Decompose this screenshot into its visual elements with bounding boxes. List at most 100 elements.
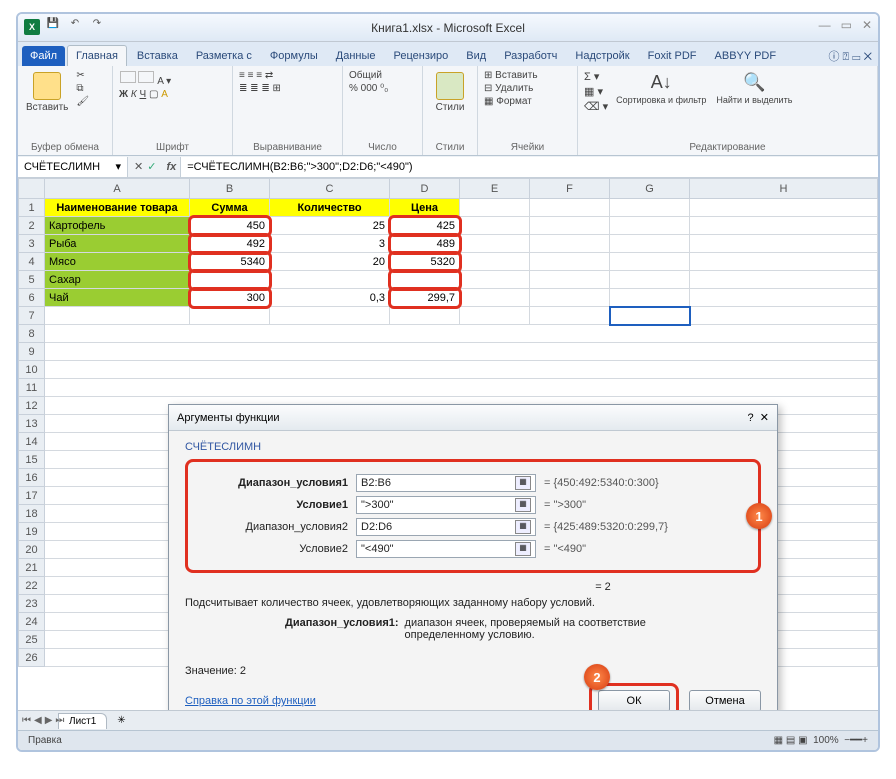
ok-button[interactable]: ОК — [598, 690, 670, 712]
excel-icon: X — [24, 19, 40, 35]
col-A[interactable]: A — [45, 179, 190, 199]
function-description: Подсчитывает количество ячеек, удовлетво… — [185, 597, 761, 609]
zoom-out-icon[interactable]: − — [844, 735, 850, 746]
find-select-button[interactable]: 🔍 Найти и выделить — [714, 70, 794, 113]
formula-input[interactable]: =СЧЁТЕСЛИМН(B2:B6;">300";D2:D6;"<490") — [180, 157, 878, 177]
tab-foxit[interactable]: Foxit PDF — [640, 46, 705, 66]
zoom-in-icon[interactable]: + — [862, 735, 868, 746]
ribbon-help-icon[interactable]: ⓘ ⍰ ▭ ✕ — [822, 46, 878, 66]
underline-button[interactable]: Ч — [140, 89, 147, 100]
paste-icon — [33, 72, 61, 100]
title-bar: X 💾 ↶ ↷ Книга1.xlsx - Microsoft Excel — … — [18, 14, 878, 42]
sort-filter-button[interactable]: A↓ Сортировка и фильтр — [614, 70, 708, 113]
dialog-help-icon[interactable]: ? — [748, 412, 754, 424]
maximize-icon[interactable]: ▭ — [841, 18, 852, 32]
qat-save-icon[interactable]: 💾 — [44, 18, 62, 36]
new-sheet-icon[interactable]: ✳ — [111, 715, 131, 726]
format-cells[interactable]: ▦ Формат — [484, 96, 571, 107]
name-box[interactable]: СЧЁТЕСЛИМН▾ — [18, 157, 128, 177]
group-editing: Редактирование — [584, 142, 871, 153]
header-qty[interactable]: Количество — [270, 199, 390, 217]
number-format[interactable]: Общий — [349, 70, 416, 81]
accept-formula-icon[interactable]: ✓ — [147, 160, 156, 173]
prev-sheet-icon[interactable]: ◀ — [34, 715, 42, 726]
callout-badge-2: 2 — [584, 664, 610, 690]
active-cell[interactable] — [610, 307, 690, 325]
status-mode: Правка — [28, 735, 62, 746]
tab-data[interactable]: Данные — [328, 46, 384, 66]
group-alignment: Выравнивание — [239, 142, 336, 153]
tab-insert[interactable]: Вставка — [129, 46, 186, 66]
col-H[interactable]: H — [690, 179, 878, 199]
header-name[interactable]: Наименование товара — [45, 199, 190, 217]
view-break-icon[interactable]: ▣ — [798, 735, 807, 746]
fx-icon[interactable]: fx — [162, 161, 180, 173]
dialog-close-icon[interactable]: ✕ — [760, 412, 769, 424]
arg1-criteria-input[interactable]: ">300"▦ — [356, 496, 536, 514]
tab-view[interactable]: Вид — [458, 46, 494, 66]
insert-cells[interactable]: ⊞ Вставить — [484, 70, 571, 81]
range-selector-icon[interactable]: ▦ — [515, 498, 531, 512]
last-sheet-icon[interactable]: ⏭ — [55, 715, 64, 726]
ribbon-body: Вставить ✂ ⧉ 🖌 Буфер обмена A ▾ Ж К Ч ▢ … — [18, 66, 878, 156]
tab-formulas[interactable]: Формулы — [262, 46, 326, 66]
arg2-range-input[interactable]: D2:D6▦ — [356, 518, 536, 536]
close-icon[interactable]: ✕ — [862, 18, 872, 32]
delete-cells[interactable]: ⊟ Удалить — [484, 83, 571, 94]
tab-layout[interactable]: Разметка с — [188, 46, 260, 66]
callout-badge-1: 1 — [746, 503, 772, 529]
window-title: Книга1.xlsx - Microsoft Excel — [371, 21, 525, 35]
group-number: Число — [349, 142, 416, 153]
tab-home[interactable]: Главная — [67, 45, 127, 66]
italic-button[interactable]: К — [131, 89, 137, 100]
first-sheet-icon[interactable]: ⏮ — [22, 715, 31, 726]
function-arguments-dialog: Аргументы функции ? ✕ СЧЁТЕСЛИМН Диапазо… — [168, 404, 778, 714]
zoom-level[interactable]: 100% — [813, 735, 839, 746]
col-C[interactable]: C — [270, 179, 390, 199]
tab-addins[interactable]: Надстройк — [567, 46, 637, 66]
col-E[interactable]: E — [460, 179, 530, 199]
excel-window: X 💾 ↶ ↷ Книга1.xlsx - Microsoft Excel — … — [16, 12, 880, 752]
col-F[interactable]: F — [530, 179, 610, 199]
col-G[interactable]: G — [610, 179, 690, 199]
range-selector-icon[interactable]: ▦ — [515, 476, 531, 490]
tab-abbyy[interactable]: ABBYY PDF — [707, 46, 785, 66]
cut-icon[interactable]: ✂ — [76, 70, 89, 81]
col-D[interactable]: D — [390, 179, 460, 199]
sort-icon: A↓ — [651, 72, 672, 93]
qat-undo-icon[interactable]: ↶ — [66, 18, 84, 36]
bold-button[interactable]: Ж — [119, 89, 128, 100]
styles-button[interactable]: Стили — [429, 70, 471, 115]
next-sheet-icon[interactable]: ▶ — [45, 715, 53, 726]
format-painter-icon[interactable]: 🖌 — [76, 96, 89, 107]
range-selector-icon[interactable]: ▦ — [515, 520, 531, 534]
formula-result: = 2 — [445, 581, 761, 593]
group-clipboard: Буфер обмена — [24, 142, 106, 153]
cancel-formula-icon[interactable]: ✕ — [134, 160, 143, 173]
copy-icon[interactable]: ⧉ — [76, 83, 89, 94]
sheet-tabs: ⏮ ◀ ▶ ⏭ Лист1 ✳ — [18, 710, 878, 730]
qat-redo-icon[interactable]: ↷ — [88, 18, 106, 36]
paste-button[interactable]: Вставить — [24, 70, 70, 115]
range-selector-icon[interactable]: ▦ — [515, 542, 531, 556]
chevron-down-icon[interactable]: ▾ — [115, 160, 121, 173]
cancel-button[interactable]: Отмена — [689, 690, 761, 712]
arg1-range-input[interactable]: B2:B6▦ — [356, 474, 536, 492]
styles-icon — [436, 72, 464, 100]
arguments-group: Диапазон_условия1 B2:B6▦ = {450:492:5340… — [185, 459, 761, 573]
header-sum[interactable]: Сумма — [190, 199, 270, 217]
tab-review[interactable]: Рецензиро — [386, 46, 457, 66]
minimize-icon[interactable]: — — [819, 18, 831, 32]
function-help-link[interactable]: Справка по этой функции — [185, 695, 316, 707]
sheet-tab-1[interactable]: Лист1 — [58, 713, 107, 729]
view-layout-icon[interactable]: ▤ — [786, 735, 795, 746]
result-value: 2 — [240, 665, 246, 677]
tab-file[interactable]: Файл — [22, 46, 65, 66]
arg2-criteria-input[interactable]: "<490"▦ — [356, 540, 536, 558]
row-1[interactable]: 1 — [19, 199, 45, 217]
col-B[interactable]: B — [190, 179, 270, 199]
view-normal-icon[interactable]: ▦ — [774, 735, 783, 746]
header-price[interactable]: Цена — [390, 199, 460, 217]
select-all[interactable] — [19, 179, 45, 199]
tab-developer[interactable]: Разработч — [496, 46, 565, 66]
